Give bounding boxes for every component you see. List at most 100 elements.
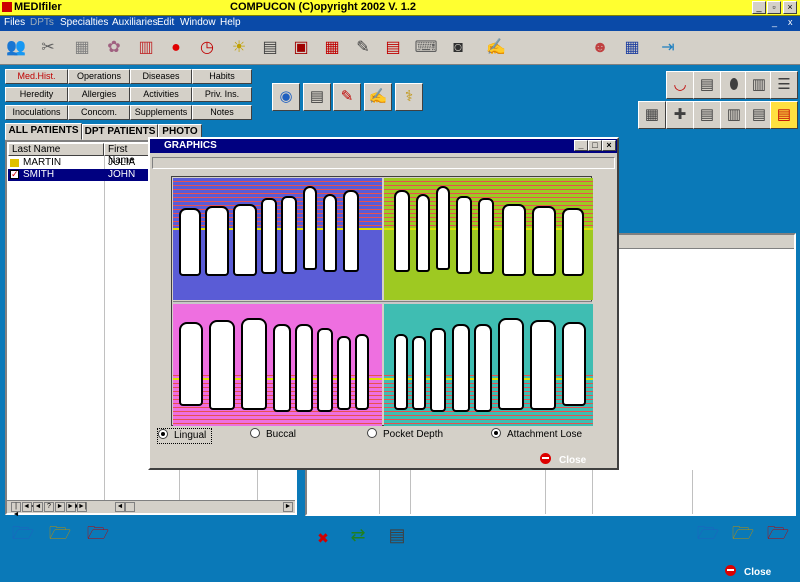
- tooth-47[interactable]: [209, 320, 235, 410]
- tooth-42[interactable]: [337, 336, 351, 410]
- tab-dpt-patients[interactable]: DPT PATIENTS: [82, 124, 158, 140]
- menu-window[interactable]: Window: [180, 17, 216, 28]
- tooth-31[interactable]: [394, 334, 408, 410]
- books-icon[interactable]: ▥: [134, 36, 158, 60]
- document-button-icon[interactable]: ▥: [745, 71, 773, 99]
- radio-buccal[interactable]: Buccal: [250, 428, 296, 444]
- close-window-button[interactable]: ×: [783, 1, 797, 14]
- tooth-14[interactable]: [281, 196, 297, 274]
- tooth-15[interactable]: [261, 198, 277, 274]
- category-allergies[interactable]: Allergies: [68, 87, 130, 102]
- tooth-33[interactable]: [430, 328, 446, 412]
- app-icon[interactable]: [2, 2, 12, 12]
- grid-button-icon[interactable]: ▦: [638, 101, 666, 129]
- calendar-17-icon[interactable]: ▦: [320, 36, 344, 60]
- tooth-32[interactable]: [412, 336, 426, 410]
- restore-button[interactable]: ▫: [767, 1, 781, 14]
- main-close-button[interactable]: Close: [725, 565, 771, 578]
- nav-next-page-button[interactable]: ►►: [66, 502, 81, 512]
- tooth-18[interactable]: [179, 208, 201, 276]
- tooth-41[interactable]: [355, 334, 369, 410]
- keyboard-icon[interactable]: ⌨: [414, 36, 438, 60]
- column-header-first-name[interactable]: First Name: [104, 143, 154, 166]
- tooth-11[interactable]: [343, 190, 359, 272]
- nav-first-button[interactable]: |◄: [11, 502, 21, 518]
- folder-edit-icon[interactable]: 🗁: [47, 520, 73, 546]
- patient-row-selected[interactable]: ✓ SMITH JOHN: [8, 169, 153, 181]
- category-priv-ins[interactable]: Priv. Ins.: [192, 87, 252, 102]
- prescription-icon[interactable]: ▤: [381, 36, 405, 60]
- category-diseases[interactable]: Diseases: [130, 69, 192, 84]
- radio-lingual[interactable]: Lingual: [157, 428, 212, 444]
- dialog-close-button[interactable]: ×: [602, 140, 616, 151]
- category-heredity[interactable]: Heredity: [5, 87, 68, 102]
- tooth-25[interactable]: [478, 198, 494, 274]
- tooth-34[interactable]: [452, 324, 470, 412]
- caduceus-button-icon[interactable]: ⚕: [395, 83, 423, 111]
- quadrant-lower-left[interactable]: [173, 304, 382, 426]
- radio-pocket-depth[interactable]: Pocket Depth: [367, 428, 443, 444]
- nav-last-button[interactable]: ►|: [77, 502, 87, 512]
- category-concom[interactable]: Concom.: [68, 105, 130, 120]
- notes-icon[interactable]: ✎: [351, 36, 375, 60]
- tooth-21[interactable]: [394, 190, 410, 272]
- category-inoculations[interactable]: Inoculations: [5, 105, 68, 120]
- nav-next-button[interactable]: ►: [55, 502, 65, 512]
- tooth-13[interactable]: [303, 186, 317, 270]
- tooth-12[interactable]: [323, 194, 337, 272]
- edit-button-icon[interactable]: ✍: [364, 83, 392, 111]
- apple-icon[interactable]: ●: [164, 36, 188, 60]
- category-med-hist[interactable]: Med.Hist.: [5, 69, 68, 84]
- tooth-44[interactable]: [295, 324, 313, 412]
- dialog-close-action[interactable]: Close: [540, 453, 586, 466]
- clock-icon[interactable]: ◷: [195, 36, 219, 60]
- abacus-icon[interactable]: ▦: [70, 36, 94, 60]
- tooth-23[interactable]: [436, 186, 450, 270]
- menu-help[interactable]: Help: [220, 17, 241, 28]
- tooth-26[interactable]: [502, 204, 526, 276]
- nav-prev-page-button[interactable]: ◄◄: [22, 502, 37, 512]
- printer-button-icon[interactable]: ▤: [303, 83, 331, 111]
- calendar-clock-icon[interactable]: ▤: [258, 36, 282, 60]
- list-button-icon[interactable]: ☰: [770, 71, 798, 99]
- folder-open-right-icon[interactable]: 🗁: [695, 520, 721, 546]
- tooth-button-icon[interactable]: ⬮: [720, 71, 748, 99]
- tooth-28[interactable]: [562, 208, 584, 276]
- tab-all-patients[interactable]: ALL PATIENTS: [5, 123, 82, 140]
- tooth-36[interactable]: [498, 318, 524, 410]
- folder-delete-right-icon[interactable]: 🗁: [765, 520, 791, 546]
- menu-auxiliaries[interactable]: Auxiliaries: [112, 17, 158, 28]
- category-operations[interactable]: Operations: [68, 69, 130, 84]
- transfer-icon[interactable]: ⇄: [345, 522, 371, 548]
- people-icon[interactable]: 👥: [4, 36, 28, 60]
- folder-delete-icon[interactable]: 🗁: [85, 520, 111, 546]
- chart-button-icon[interactable]: ▤: [693, 71, 721, 99]
- mdi-minimize-button[interactable]: _: [772, 17, 777, 27]
- menu-files[interactable]: Files: [4, 17, 25, 28]
- scroll-right-button[interactable]: ►: [283, 502, 293, 512]
- doctor-icon[interactable]: ☻: [588, 36, 612, 60]
- tooth-24[interactable]: [456, 196, 472, 274]
- mouth-button-icon[interactable]: ◡: [666, 71, 694, 99]
- radio-attachment-lose[interactable]: Attachment Lose: [491, 428, 582, 444]
- menu-specialties[interactable]: Specialties: [60, 17, 108, 28]
- category-supplements[interactable]: Supplements: [130, 105, 192, 120]
- dialog-minimize-button[interactable]: _: [574, 140, 588, 151]
- tooth-43[interactable]: [317, 328, 333, 412]
- category-habits[interactable]: Habits: [192, 69, 252, 84]
- exit-icon[interactable]: ⇥: [656, 36, 680, 60]
- film-icon[interactable]: ▣: [289, 36, 313, 60]
- category-notes[interactable]: Notes: [192, 105, 252, 120]
- tooth-46[interactable]: [241, 318, 267, 410]
- calculator-icon[interactable]: ▦: [620, 36, 644, 60]
- globe-button-icon[interactable]: ◉: [272, 83, 300, 111]
- page-button-icon[interactable]: ▥: [720, 101, 748, 129]
- dialog-maximize-button[interactable]: □: [588, 140, 602, 151]
- lightbulb-icon[interactable]: ☀: [227, 36, 251, 60]
- folder-open-icon[interactable]: 🗁: [10, 520, 36, 546]
- camera-icon[interactable]: ◙: [446, 36, 470, 60]
- tooth-16[interactable]: [233, 204, 257, 276]
- print-button-icon[interactable]: ▤: [745, 101, 773, 129]
- form-button-icon[interactable]: ✎: [333, 83, 361, 111]
- tooth-48[interactable]: [179, 322, 203, 406]
